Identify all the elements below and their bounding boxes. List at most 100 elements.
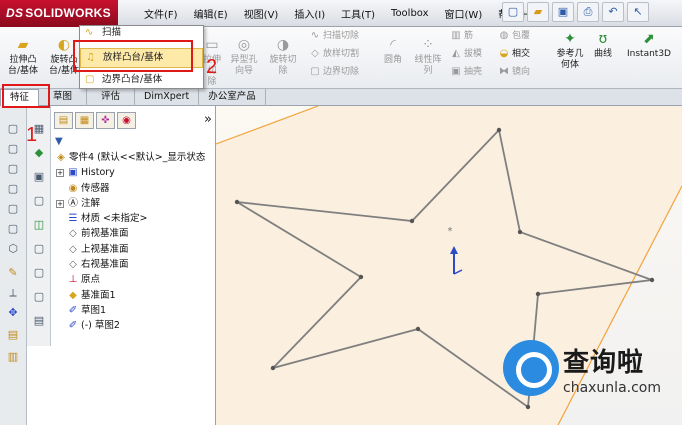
linear-pattern-button[interactable]: ⁘ 线性阵 列	[410, 37, 446, 77]
extrude-boss-icon: ▰	[17, 37, 29, 53]
vertex	[415, 326, 421, 332]
menu-file[interactable]: 文件(F)	[136, 6, 186, 21]
mirror-icon: ⧓	[499, 66, 509, 77]
tool-icon[interactable]: ▢	[31, 266, 47, 280]
tree-item-sensors[interactable]: ◉ 传感器	[51, 181, 216, 196]
draft-icon: ◭	[452, 48, 460, 59]
wrap-button[interactable]: ◍ 包覆	[498, 29, 530, 43]
rib-button[interactable]: ▥ 筋	[450, 29, 473, 43]
tool-icon[interactable]: ▤	[5, 328, 21, 342]
tool-icon[interactable]: ▢	[31, 194, 47, 208]
draft-button[interactable]: ◭ 拔模	[450, 47, 482, 61]
annotation-icon: Ⓐ	[68, 197, 78, 209]
tree-item-history[interactable]: + ▣ History	[51, 165, 216, 180]
tool-icon[interactable]: ▥	[5, 350, 21, 364]
sketch-tool-icon[interactable]: ✎	[5, 266, 21, 280]
rib-icon: ▥	[451, 30, 461, 41]
view-icon[interactable]: ▢	[5, 182, 21, 196]
curves-icon: ʊ	[598, 31, 608, 47]
title-bar: DS SOLIDWORKS 文件(F) 编辑(E) 视图(V) 插入(I) 工具(…	[0, 0, 682, 27]
view-icon[interactable]: ▢	[5, 222, 21, 236]
view-icon[interactable]: ▢	[5, 142, 21, 156]
new-icon[interactable]: ▢	[502, 2, 524, 22]
menu-tools[interactable]: 工具(T)	[333, 6, 383, 21]
tree-root-part[interactable]: ◈ 零件4 (默认<<默认>_显示状态	[51, 150, 216, 165]
revolve-cut-button[interactable]: ◑ 旋转切 除	[266, 37, 300, 77]
tool-icon[interactable]: ✥	[5, 306, 21, 320]
curves-button[interactable]: ʊ 曲线	[590, 31, 616, 60]
fillet-button[interactable]: ◜ 圆角	[380, 37, 406, 66]
tree-item-origin[interactable]: ⊥ 原点	[51, 272, 216, 287]
origin-icon: ⊥	[68, 274, 78, 286]
view-icon[interactable]: ▢	[5, 202, 21, 216]
tree-item-material[interactable]: ☰ 材质 <未指定>	[51, 211, 216, 226]
mirror-button[interactable]: ⧓ 镜向	[498, 65, 530, 79]
tree-item-sketch1[interactable]: ✐ 草图1	[51, 303, 216, 318]
reference-geometry-button[interactable]: ✦ 参考几 何体	[552, 31, 588, 71]
history-icon: ▣	[68, 167, 78, 179]
view-icon[interactable]: ▢	[5, 162, 21, 176]
tree-item-top-plane[interactable]: ◇ 上视基准面	[51, 242, 216, 257]
print-icon[interactable]: ⎙	[577, 2, 599, 22]
tool-icon[interactable]: ▢	[31, 242, 47, 256]
feature-manager-panel: ▤ ▦ ✜ ◉ » ▼ ◈ 零件4 (默认<<默认>_显示状态 + ▣ Hist…	[51, 106, 216, 425]
tool-icon[interactable]: ▤	[31, 314, 47, 328]
extrude-cut-icon: ▭	[205, 37, 219, 53]
tree-item-sketch2[interactable]: ✐ (-) 草图2	[51, 318, 216, 333]
highlight-box-loft	[73, 40, 193, 72]
expand-icon[interactable]: +	[56, 169, 64, 178]
menu-window[interactable]: 窗口(W)	[437, 6, 491, 21]
lofted-cut-button[interactable]: ◇ 放样切割	[309, 47, 359, 61]
undo-icon[interactable]: ↶	[602, 2, 624, 22]
extrude-boss-label: 拉伸凸 台/基体	[7, 55, 39, 76]
menu-edit[interactable]: 编辑(E)	[186, 6, 236, 21]
tree-item-front-plane[interactable]: ◇ 前视基准面	[51, 226, 216, 241]
menu-bar: 文件(F) 编辑(E) 视图(V) 插入(I) 工具(T) Toolbox 窗口…	[136, 0, 542, 27]
expand-chevron-icon[interactable]: »	[204, 112, 212, 127]
tool-icon[interactable]: ▢	[31, 290, 47, 304]
plane-icon: ◇	[69, 243, 77, 255]
constraint-icon[interactable]: ⟂	[5, 286, 21, 300]
plane-icon: ◇	[69, 259, 77, 271]
boundary-cut-icon: ▢	[310, 66, 320, 77]
sweep-menu-item[interactable]: ∿ 扫描	[80, 26, 203, 40]
view-icon[interactable]: ⬡	[5, 242, 21, 256]
boundary-cut-button[interactable]: ▢ 边界切除	[309, 65, 359, 79]
property-manager-tab-icon[interactable]: ▦	[75, 112, 94, 129]
instant3d-button[interactable]: ⬈ Instant3D	[622, 31, 676, 60]
boundary-boss-menu-item[interactable]: ▢ 边界凸台/基体	[80, 72, 203, 88]
filter-icon[interactable]: ▼	[55, 136, 63, 147]
tree-item-annotations[interactable]: + Ⓐ 注解	[51, 196, 216, 211]
lofted-cut-icon: ◇	[311, 48, 319, 59]
intersect-button[interactable]: ◒ 相交	[498, 47, 530, 61]
save-icon[interactable]: ▣	[552, 2, 574, 22]
expand-icon[interactable]: +	[56, 199, 64, 208]
tool-icon[interactable]: ◫	[31, 218, 47, 232]
tab-evaluate[interactable]: 评估	[87, 89, 136, 106]
configuration-manager-tab-icon[interactable]: ✜	[96, 112, 115, 129]
display-manager-tab-icon[interactable]: ◉	[117, 112, 136, 129]
menu-insert[interactable]: 插入(I)	[286, 6, 333, 21]
open-icon[interactable]: ▰	[527, 2, 549, 22]
extrude-boss-button[interactable]: ▰ 拉伸凸 台/基体	[4, 37, 42, 77]
tree-item-plane1[interactable]: ◆ 基准面1	[51, 288, 216, 303]
revolve-boss-icon: ◐	[57, 37, 71, 53]
tree-item-right-plane[interactable]: ◇ 右视基准面	[51, 257, 216, 272]
hole-wizard-button[interactable]: ◎ 异型孔 向导	[228, 37, 260, 77]
tab-dimxpert[interactable]: DimXpert	[135, 89, 200, 106]
solidworks-logo[interactable]: DS SOLIDWORKS	[0, 0, 118, 27]
tab-office-products[interactable]: 办公室产品	[199, 89, 266, 106]
swept-cut-button[interactable]: ∿ 扫描切除	[309, 29, 359, 43]
select-icon[interactable]: ↖	[627, 2, 649, 22]
sensor-icon: ◉	[68, 182, 78, 194]
feature-tree-tab-icon[interactable]: ▤	[54, 112, 73, 129]
plane-icon: ◆	[69, 289, 77, 301]
tool-icon[interactable]: ◆	[31, 146, 47, 160]
tool-icon[interactable]: ▣	[31, 170, 47, 184]
intersect-icon: ◒	[499, 48, 509, 59]
menu-view[interactable]: 视图(V)	[236, 6, 287, 21]
watermark-logo-icon	[503, 340, 559, 396]
menu-toolbox[interactable]: Toolbox	[383, 8, 437, 19]
shell-button[interactable]: ▣ 抽壳	[450, 65, 482, 79]
view-icon[interactable]: ▢	[5, 122, 21, 136]
